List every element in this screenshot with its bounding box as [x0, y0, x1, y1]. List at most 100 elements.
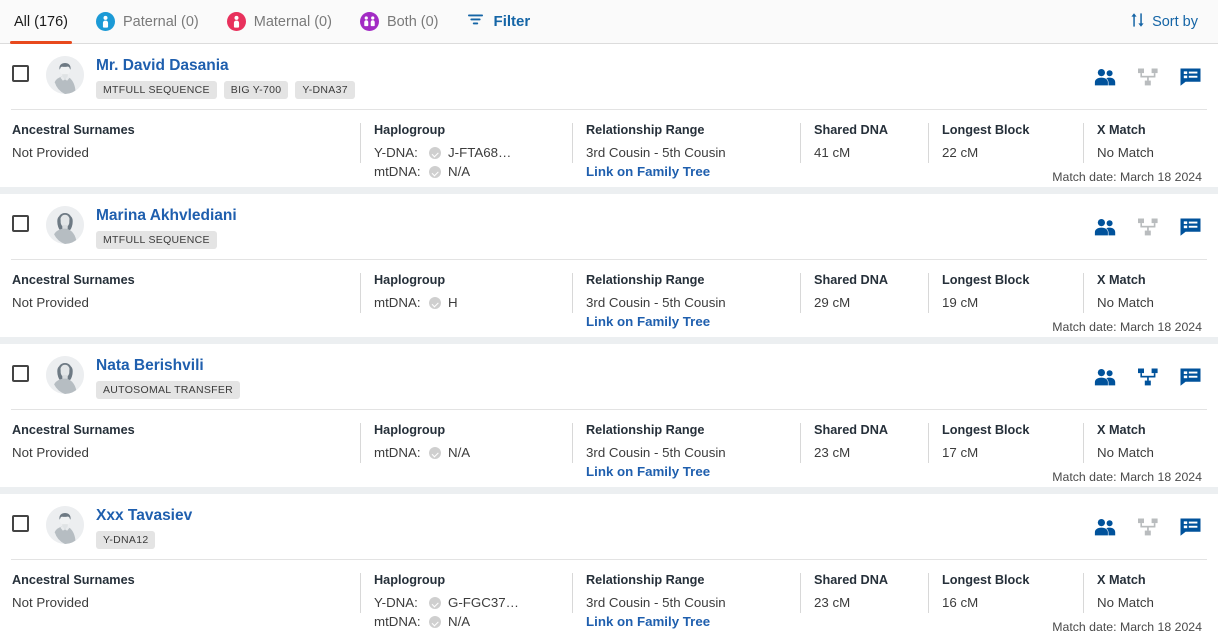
test-badge: MTFULL SEQUENCE [96, 231, 217, 249]
ancestral-surnames-value: Not Provided [12, 593, 346, 612]
people-icon [1093, 217, 1117, 237]
notes-button[interactable] [1179, 367, 1202, 387]
shared-dna-column: Shared DNA 41 cM [800, 122, 928, 181]
column-header: Ancestral Surnames [12, 422, 346, 438]
match-details: Ancestral Surnames Not Provided Haplogro… [0, 560, 1218, 631]
match-identity: Xxx Tavasiev Y-DNA12 [96, 506, 192, 549]
link-on-family-tree-link[interactable]: Link on Family Tree [586, 162, 786, 181]
shared-matches-button[interactable] [1093, 217, 1117, 237]
mtdna-row: mtDNA: N/A [374, 443, 558, 462]
match-date-value: March 18 2024 [1120, 320, 1202, 334]
ancestral-surnames-value: Not Provided [12, 143, 346, 162]
paternal-person-icon [96, 12, 115, 31]
match-date-prefix: Match date: [1052, 620, 1120, 631]
ancestral-surnames-value: Not Provided [12, 443, 346, 462]
match-name[interactable]: Xxx Tavasiev [96, 507, 192, 525]
select-match-checkbox[interactable] [12, 515, 29, 532]
relationship-range-column: Relationship Range 3rd Cousin - 5th Cous… [572, 122, 800, 181]
tab-both[interactable]: Both (0) [346, 0, 453, 44]
link-on-family-tree-link[interactable]: Link on Family Tree [586, 462, 786, 481]
notes-button[interactable] [1179, 517, 1202, 537]
info-icon[interactable] [429, 147, 441, 159]
family-tree-icon [1137, 67, 1159, 87]
match-date-value: March 18 2024 [1120, 620, 1202, 631]
notes-icon [1179, 367, 1202, 387]
match-header: Mr. David Dasania MTFULL SEQUENCEBIG Y-7… [0, 44, 1218, 109]
match-actions [1093, 517, 1202, 537]
avatar [46, 356, 84, 394]
avatar [46, 506, 84, 544]
tab-maternal[interactable]: Maternal (0) [213, 0, 346, 44]
shared-matches-button[interactable] [1093, 517, 1117, 537]
match-actions [1093, 67, 1202, 87]
relationship-range-value: 3rd Cousin - 5th Cousin [586, 593, 786, 612]
match-name[interactable]: Nata Berishvili [96, 357, 240, 375]
column-header: Shared DNA [814, 272, 914, 288]
shared-matches-button[interactable] [1093, 67, 1117, 87]
shared-dna-value: 41 cM [814, 143, 914, 162]
match-details: Ancestral Surnames Not Provided Haplogro… [0, 260, 1218, 337]
test-badge: MTFULL SEQUENCE [96, 81, 217, 99]
filter-label: Filter [494, 13, 531, 30]
info-icon[interactable] [429, 597, 441, 609]
relationship-range-column: Relationship Range 3rd Cousin - 5th Cous… [572, 572, 800, 631]
match-card: Xxx Tavasiev Y-DNA12 [0, 494, 1218, 631]
column-header: Ancestral Surnames [12, 122, 346, 138]
info-icon[interactable] [429, 447, 441, 459]
match-name[interactable]: Mr. David Dasania [96, 57, 355, 75]
tab-all[interactable]: All (176) [0, 0, 82, 44]
match-date: Match date: March 18 2024 [1052, 620, 1202, 631]
match-date: Match date: March 18 2024 [1052, 320, 1202, 334]
column-header: Longest Block [942, 572, 1069, 588]
family-tree-button[interactable] [1137, 517, 1159, 537]
column-header: Haplogroup [374, 422, 558, 438]
ydna-row: Y-DNA: G-FGC37… [374, 593, 558, 612]
people-icon [1093, 517, 1117, 537]
test-badges: Y-DNA12 [96, 531, 192, 549]
family-tree-button[interactable] [1137, 67, 1159, 87]
notes-icon [1179, 517, 1202, 537]
match-header: Nata Berishvili AUTOSOMAL TRANSFER [0, 344, 1218, 409]
family-tree-button[interactable] [1137, 367, 1159, 387]
match-name[interactable]: Marina Akhvlediani [96, 207, 237, 225]
family-tree-button[interactable] [1137, 217, 1159, 237]
x-match-value: No Match [1097, 443, 1204, 462]
match-date: Match date: March 18 2024 [1052, 470, 1202, 484]
match-date-prefix: Match date: [1052, 470, 1120, 484]
match-date-value: March 18 2024 [1120, 470, 1202, 484]
match-card: Mr. David Dasania MTFULL SEQUENCEBIG Y-7… [0, 44, 1218, 187]
family-tree-icon [1137, 367, 1159, 387]
column-header: Ancestral Surnames [12, 572, 346, 588]
column-header: X Match [1097, 272, 1204, 288]
haplogroup-column: Haplogroup Y-DNA: J-FTA68… mtDNA: N/A [360, 122, 572, 181]
column-header: Longest Block [942, 122, 1069, 138]
column-header: Relationship Range [586, 272, 786, 288]
haplogroup-column: Haplogroup Y-DNA: G-FGC37… mtDNA: N/A [360, 572, 572, 631]
notes-button[interactable] [1179, 67, 1202, 87]
ancestral-surnames-column: Ancestral Surnames Not Provided [0, 572, 360, 631]
info-icon[interactable] [429, 616, 441, 628]
sort-by-button[interactable]: Sort by [1130, 12, 1204, 32]
info-icon[interactable] [429, 297, 441, 309]
mtdna-label: mtDNA: [374, 612, 426, 631]
column-header: Relationship Range [586, 422, 786, 438]
select-match-checkbox[interactable] [12, 215, 29, 232]
link-on-family-tree-link[interactable]: Link on Family Tree [586, 312, 786, 331]
info-icon[interactable] [429, 166, 441, 178]
people-icon [1093, 67, 1117, 87]
ancestral-surnames-column: Ancestral Surnames Not Provided [0, 422, 360, 481]
select-match-checkbox[interactable] [12, 365, 29, 382]
match-card: Nata Berishvili AUTOSOMAL TRANSFER [0, 344, 1218, 487]
column-header: Haplogroup [374, 122, 558, 138]
column-header: Longest Block [942, 272, 1069, 288]
filter-button[interactable]: Filter [453, 0, 545, 44]
link-on-family-tree-link[interactable]: Link on Family Tree [586, 612, 786, 631]
family-tree-icon [1137, 517, 1159, 537]
select-match-checkbox[interactable] [12, 65, 29, 82]
tab-paternal[interactable]: Paternal (0) [82, 0, 213, 44]
family-tree-icon [1137, 217, 1159, 237]
notes-button[interactable] [1179, 217, 1202, 237]
match-date-prefix: Match date: [1052, 320, 1120, 334]
shared-matches-button[interactable] [1093, 367, 1117, 387]
shared-dna-value: 29 cM [814, 293, 914, 312]
